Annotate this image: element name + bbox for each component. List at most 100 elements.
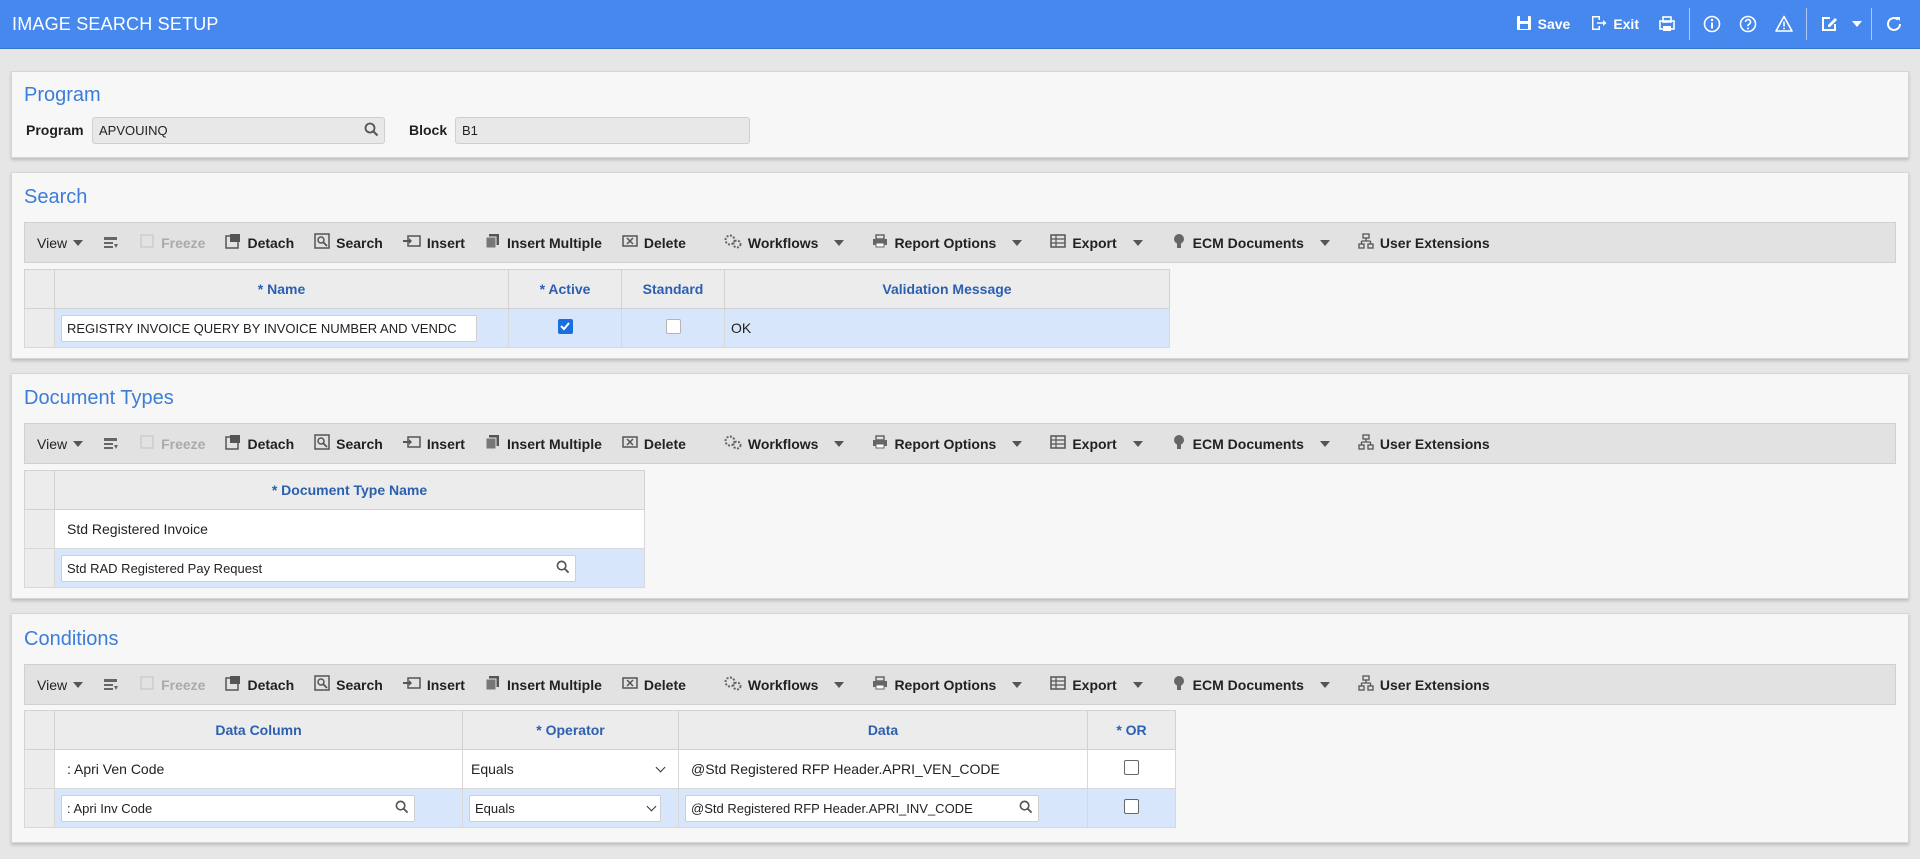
report-options-dropdown[interactable] <box>1006 223 1040 262</box>
ecm-documents-button[interactable]: ECM Documents <box>1161 665 1314 704</box>
row-selector[interactable] <box>24 788 55 828</box>
standard-checkbox[interactable] <box>665 319 681 334</box>
grid-settings-icon[interactable] <box>93 223 129 262</box>
table-row[interactable]: Std Registered Invoice <box>24 509 645 549</box>
column-header-standard[interactable]: Standard <box>621 269 725 309</box>
table-row[interactable]: Std RAD Registered Pay Request <box>24 548 645 588</box>
user-extensions-button[interactable]: User Extensions <box>1348 424 1500 463</box>
view-menu[interactable]: View <box>25 424 93 463</box>
insert-multiple-button[interactable]: Insert Multiple <box>475 223 612 262</box>
row-selector[interactable] <box>24 548 55 588</box>
info-icon[interactable] <box>1694 0 1730 49</box>
export-dropdown[interactable] <box>1127 223 1161 262</box>
freeze-button[interactable]: Freeze <box>129 424 215 463</box>
search-button[interactable]: Search <box>304 223 393 262</box>
report-options-button[interactable]: Report Options <box>862 223 1006 262</box>
insert-multiple-button[interactable]: Insert Multiple <box>475 424 612 463</box>
workflows-dropdown[interactable] <box>828 424 862 463</box>
search-icon[interactable] <box>1019 800 1033 817</box>
insert-button[interactable]: Insert <box>393 424 475 463</box>
workflows-dropdown[interactable] <box>828 665 862 704</box>
delete-button[interactable]: Delete <box>612 424 696 463</box>
row-selector[interactable] <box>24 749 55 789</box>
detach-button[interactable]: Detach <box>215 665 304 704</box>
row-selector[interactable] <box>24 308 55 348</box>
view-menu[interactable]: View <box>25 223 93 262</box>
report-options-dropdown[interactable] <box>1006 665 1040 704</box>
insert-multiple-button[interactable]: Insert Multiple <box>475 665 612 704</box>
data-column-cell[interactable]: : Apri Inv Code <box>54 788 463 828</box>
detach-button[interactable]: Detach <box>215 424 304 463</box>
active-checkbox[interactable] <box>557 319 573 334</box>
data-column-cell[interactable]: : Apri Ven Code <box>54 749 463 789</box>
or-checkbox[interactable] <box>1124 760 1139 775</box>
user-extensions-button[interactable]: User Extensions <box>1348 223 1500 262</box>
exit-button[interactable]: Exit <box>1580 15 1649 34</box>
search-icon[interactable] <box>556 560 570 577</box>
export-button[interactable]: Export <box>1040 424 1126 463</box>
insert-button[interactable]: Insert <box>393 223 475 262</box>
detach-button[interactable]: Detach <box>215 223 304 262</box>
column-header-operator[interactable]: * Operator <box>462 710 679 750</box>
freeze-button[interactable]: Freeze <box>129 665 215 704</box>
delete-button[interactable]: Delete <box>612 665 696 704</box>
data-cell[interactable]: @Std Registered RFP Header.APRI_INV_CODE <box>678 788 1088 828</box>
document-type-input[interactable]: Std RAD Registered Pay Request <box>61 554 576 582</box>
column-header-active[interactable]: * Active <box>508 269 622 309</box>
grid-settings-icon[interactable] <box>93 665 129 704</box>
column-header-validation-message[interactable]: Validation Message <box>724 269 1170 309</box>
workflows-button[interactable]: Workflows <box>696 424 829 463</box>
column-header-name[interactable]: * Name <box>54 269 509 309</box>
export-button[interactable]: Export <box>1040 223 1126 262</box>
column-header-data-column[interactable]: Data Column <box>54 710 463 750</box>
search-button[interactable]: Search <box>304 665 393 704</box>
insert-button[interactable]: Insert <box>393 665 475 704</box>
program-field[interactable]: APVOUINQ <box>92 117 385 144</box>
user-extensions-button[interactable]: User Extensions <box>1348 665 1500 704</box>
row-selector[interactable] <box>24 509 55 549</box>
export-dropdown[interactable] <box>1127 424 1161 463</box>
help-icon[interactable] <box>1730 0 1766 49</box>
workflows-dropdown[interactable] <box>828 223 862 262</box>
view-menu[interactable]: View <box>25 665 93 704</box>
report-options-button[interactable]: Report Options <box>862 665 1006 704</box>
search-icon[interactable] <box>395 800 409 817</box>
table-row[interactable]: : Apri Inv Code Equals @Std Registered R… <box>24 788 1176 828</box>
save-button[interactable]: Save <box>1506 15 1581 34</box>
report-options-button[interactable]: Report Options <box>862 424 1006 463</box>
document-type-cell[interactable]: Std RAD Registered Pay Request <box>54 548 645 588</box>
block-field[interactable]: B1 <box>455 117 750 144</box>
workflows-button[interactable]: Workflows <box>696 665 829 704</box>
column-header-document-type-name[interactable]: * Document Type Name <box>54 470 645 510</box>
operator-select[interactable]: Equals <box>471 761 672 777</box>
table-row[interactable]: : Apri Ven Code Equals @Std Registered R… <box>24 749 1176 789</box>
operator-cell[interactable]: Equals <box>462 749 679 789</box>
ecm-documents-dropdown[interactable] <box>1314 665 1348 704</box>
ecm-documents-dropdown[interactable] <box>1314 223 1348 262</box>
print-icon[interactable] <box>1649 0 1685 49</box>
or-checkbox[interactable] <box>1124 799 1139 814</box>
operator-cell[interactable]: Equals <box>462 788 679 828</box>
grid-settings-icon[interactable] <box>93 424 129 463</box>
search-icon[interactable] <box>364 122 379 140</box>
export-dropdown[interactable] <box>1127 665 1161 704</box>
edit-icon[interactable] <box>1811 0 1847 49</box>
warning-icon[interactable] <box>1766 0 1802 49</box>
ecm-documents-button[interactable]: ECM Documents <box>1161 424 1314 463</box>
export-button[interactable]: Export <box>1040 665 1126 704</box>
workflows-button[interactable]: Workflows <box>696 223 829 262</box>
delete-button[interactable]: Delete <box>612 223 696 262</box>
document-type-cell[interactable]: Std Registered Invoice <box>54 509 645 549</box>
column-header-or[interactable]: * OR <box>1087 710 1176 750</box>
ecm-documents-dropdown[interactable] <box>1314 424 1348 463</box>
chevron-down-icon[interactable] <box>1847 0 1867 49</box>
operator-select[interactable]: Equals <box>469 794 661 822</box>
refresh-icon[interactable] <box>1876 0 1912 49</box>
data-input[interactable]: @Std Registered RFP Header.APRI_INV_CODE <box>685 794 1039 822</box>
name-input[interactable]: REGISTRY INVOICE QUERY BY INVOICE NUMBER… <box>61 314 477 342</box>
data-cell[interactable]: @Std Registered RFP Header.APRI_VEN_CODE <box>678 749 1088 789</box>
ecm-documents-button[interactable]: ECM Documents <box>1161 223 1314 262</box>
column-header-data[interactable]: Data <box>678 710 1088 750</box>
name-cell[interactable]: REGISTRY INVOICE QUERY BY INVOICE NUMBER… <box>54 308 509 348</box>
freeze-button[interactable]: Freeze <box>129 223 215 262</box>
